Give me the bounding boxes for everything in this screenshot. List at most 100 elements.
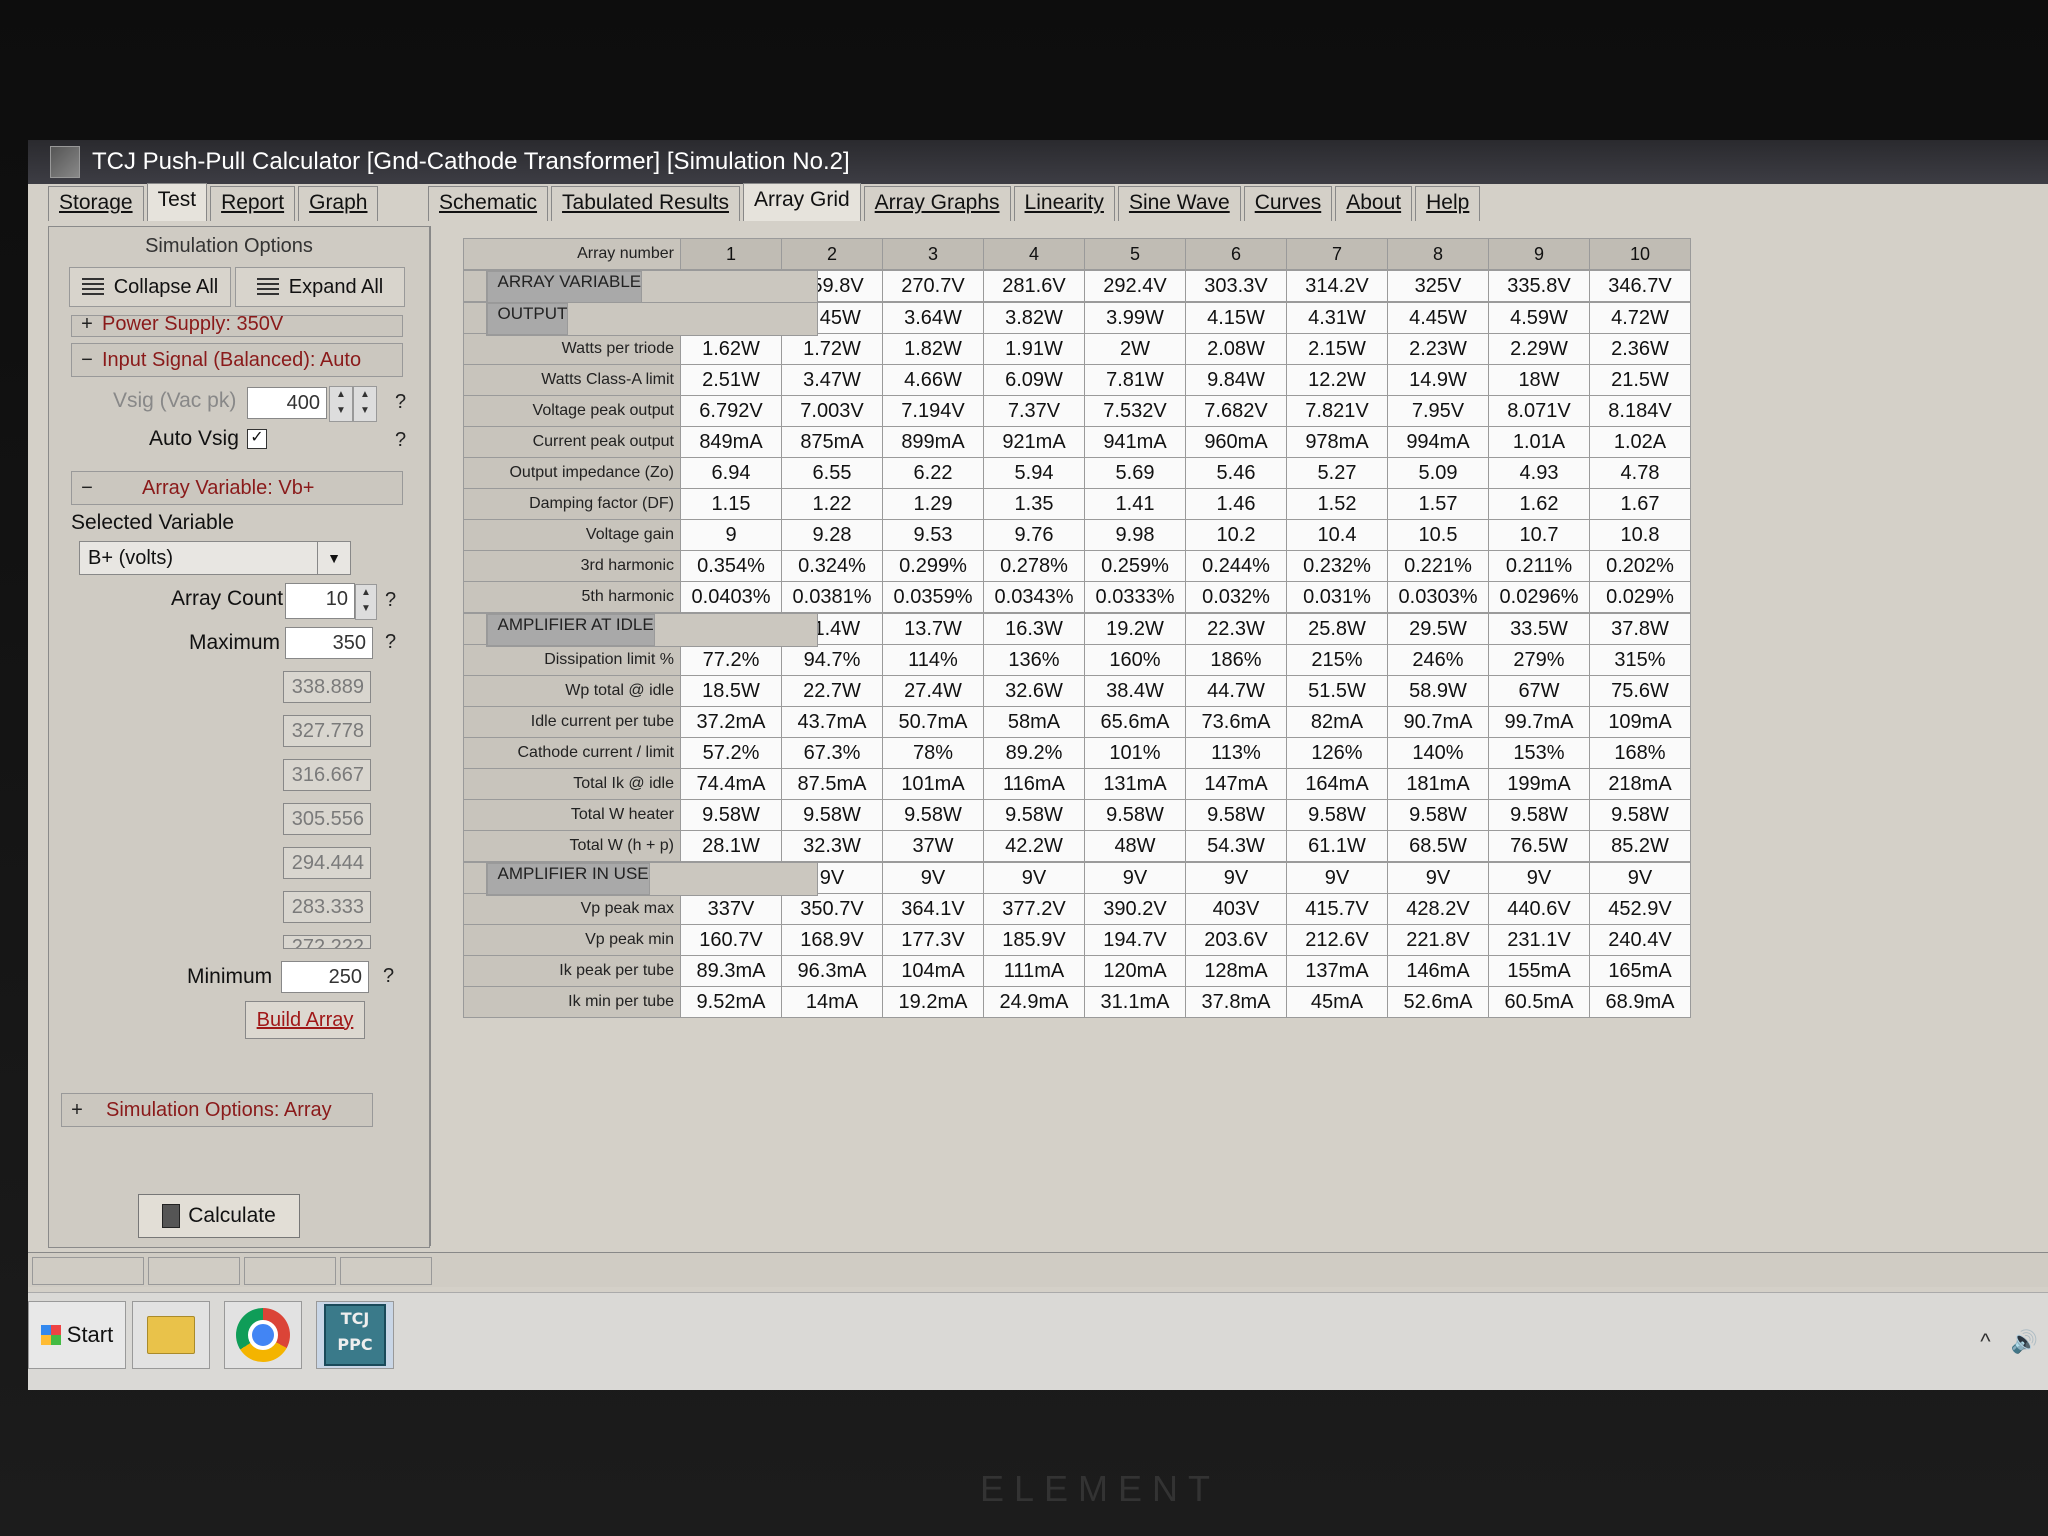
simulation-options-array-section[interactable]: + Simulation Options: Array bbox=[61, 1093, 373, 1127]
table-cell[interactable]: 16.3W bbox=[983, 613, 1085, 645]
table-cell[interactable]: 315% bbox=[1589, 644, 1691, 676]
table-cell[interactable]: 50.7mA bbox=[882, 706, 984, 738]
table-cell[interactable]: 377.2V bbox=[983, 893, 1085, 925]
table-cell[interactable]: 1.67 bbox=[1589, 488, 1691, 520]
table-cell[interactable]: 0.232% bbox=[1286, 550, 1388, 582]
table-cell[interactable]: 218mA bbox=[1589, 768, 1691, 800]
column-header[interactable]: 8 bbox=[1387, 238, 1489, 270]
table-cell[interactable]: 89.2% bbox=[983, 737, 1085, 769]
column-header[interactable]: 1 bbox=[680, 238, 782, 270]
table-cell[interactable]: 960mA bbox=[1185, 426, 1287, 458]
table-cell[interactable]: 78% bbox=[882, 737, 984, 769]
table-cell[interactable]: 147mA bbox=[1185, 768, 1287, 800]
table-cell[interactable]: 18W bbox=[1488, 364, 1590, 396]
table-cell[interactable]: 67.3% bbox=[781, 737, 883, 769]
table-cell[interactable]: 4.72W bbox=[1589, 302, 1691, 334]
table-cell[interactable]: 9.58W bbox=[1488, 799, 1590, 831]
table-cell[interactable]: 136% bbox=[983, 644, 1085, 676]
table-cell[interactable]: 9.58W bbox=[1286, 799, 1388, 831]
column-header[interactable]: 9 bbox=[1488, 238, 1590, 270]
table-cell[interactable]: 9V bbox=[1589, 862, 1691, 894]
table-cell[interactable]: 82mA bbox=[1286, 706, 1388, 738]
table-cell[interactable]: 1.22 bbox=[781, 488, 883, 520]
table-cell[interactable]: 350.7V bbox=[781, 893, 883, 925]
tab-test[interactable]: Test bbox=[146, 183, 208, 221]
table-cell[interactable]: 37.8mA bbox=[1185, 986, 1287, 1018]
table-cell[interactable]: 875mA bbox=[781, 426, 883, 458]
table-cell[interactable]: 440.6V bbox=[1488, 893, 1590, 925]
table-cell[interactable]: 4.45W bbox=[1387, 302, 1489, 334]
table-cell[interactable]: 0.0303% bbox=[1387, 581, 1489, 613]
table-cell[interactable]: 9.58W bbox=[1185, 799, 1287, 831]
table-cell[interactable]: 849mA bbox=[680, 426, 782, 458]
table-cell[interactable]: 96.3mA bbox=[781, 955, 883, 987]
table-cell[interactable]: 2.36W bbox=[1589, 333, 1691, 365]
column-header[interactable]: 10 bbox=[1589, 238, 1691, 270]
table-cell[interactable]: 181mA bbox=[1387, 768, 1489, 800]
table-cell[interactable]: 32.6W bbox=[983, 675, 1085, 707]
table-cell[interactable]: 3.99W bbox=[1084, 302, 1186, 334]
table-cell[interactable]: 5.94 bbox=[983, 457, 1085, 489]
table-cell[interactable]: 221.8V bbox=[1387, 924, 1489, 956]
table-cell[interactable]: 153% bbox=[1488, 737, 1590, 769]
table-cell[interactable]: 114% bbox=[882, 644, 984, 676]
table-cell[interactable]: 58.9W bbox=[1387, 675, 1489, 707]
table-cell[interactable]: 9.58W bbox=[1589, 799, 1691, 831]
table-cell[interactable]: 2W bbox=[1084, 333, 1186, 365]
array-count-help-icon[interactable]: ? bbox=[385, 589, 396, 612]
table-cell[interactable]: 146mA bbox=[1387, 955, 1489, 987]
table-cell[interactable]: 10.8 bbox=[1589, 519, 1691, 551]
table-cell[interactable]: 390.2V bbox=[1084, 893, 1186, 925]
speaker-icon[interactable]: 🔊 bbox=[2011, 1329, 2038, 1355]
table-cell[interactable]: 21.5W bbox=[1589, 364, 1691, 396]
table-cell[interactable]: 5.27 bbox=[1286, 457, 1388, 489]
table-cell[interactable]: 9 bbox=[680, 519, 782, 551]
tab-sine-wave[interactable]: Sine Wave bbox=[1117, 186, 1241, 221]
table-cell[interactable]: 9V bbox=[882, 862, 984, 894]
table-cell[interactable]: 0.299% bbox=[882, 550, 984, 582]
table-cell[interactable]: 155mA bbox=[1488, 955, 1590, 987]
table-cell[interactable]: 1.91W bbox=[983, 333, 1085, 365]
table-cell[interactable]: 281.6V bbox=[983, 270, 1085, 302]
table-cell[interactable]: 120mA bbox=[1084, 955, 1186, 987]
table-cell[interactable]: 6.792V bbox=[680, 395, 782, 427]
table-cell[interactable]: 0.221% bbox=[1387, 550, 1489, 582]
table-cell[interactable]: 27.4W bbox=[882, 675, 984, 707]
table-cell[interactable]: 186% bbox=[1185, 644, 1287, 676]
table-cell[interactable]: 2.15W bbox=[1286, 333, 1388, 365]
table-cell[interactable]: 29.5W bbox=[1387, 613, 1489, 645]
table-cell[interactable]: 4.66W bbox=[882, 364, 984, 396]
table-cell[interactable]: 346.7V bbox=[1589, 270, 1691, 302]
table-cell[interactable]: 1.52 bbox=[1286, 488, 1388, 520]
tab-curves[interactable]: Curves bbox=[1243, 186, 1333, 221]
table-cell[interactable]: 160.7V bbox=[680, 924, 782, 956]
table-cell[interactable]: 116mA bbox=[983, 768, 1085, 800]
table-cell[interactable]: 14mA bbox=[781, 986, 883, 1018]
table-cell[interactable]: 2.29W bbox=[1488, 333, 1590, 365]
table-cell[interactable]: 9V bbox=[983, 862, 1085, 894]
table-cell[interactable]: 1.82W bbox=[882, 333, 984, 365]
table-cell[interactable]: 199mA bbox=[1488, 768, 1590, 800]
table-cell[interactable]: 101mA bbox=[882, 768, 984, 800]
table-cell[interactable]: 73.6mA bbox=[1185, 706, 1287, 738]
table-cell[interactable]: 19.2W bbox=[1084, 613, 1186, 645]
table-cell[interactable]: 18.5W bbox=[680, 675, 782, 707]
table-cell[interactable]: 335.8V bbox=[1488, 270, 1590, 302]
table-cell[interactable]: 0.202% bbox=[1589, 550, 1691, 582]
table-cell[interactable]: 2.08W bbox=[1185, 333, 1287, 365]
vsig-input[interactable]: 400 bbox=[247, 387, 327, 419]
table-cell[interactable]: 428.2V bbox=[1387, 893, 1489, 925]
tab-linearity[interactable]: Linearity bbox=[1013, 186, 1115, 221]
table-cell[interactable]: 37W bbox=[882, 830, 984, 862]
table-cell[interactable]: 44.7W bbox=[1185, 675, 1287, 707]
table-cell[interactable]: 1.72W bbox=[781, 333, 883, 365]
table-cell[interactable]: 1.62W bbox=[680, 333, 782, 365]
table-cell[interactable]: 1.62 bbox=[1488, 488, 1590, 520]
table-cell[interactable]: 994mA bbox=[1387, 426, 1489, 458]
table-cell[interactable]: 7.194V bbox=[882, 395, 984, 427]
tab-array-grid[interactable]: Array Grid bbox=[742, 183, 861, 221]
table-cell[interactable]: 314.2V bbox=[1286, 270, 1388, 302]
table-cell[interactable]: 43.7mA bbox=[781, 706, 883, 738]
input-signal-section[interactable]: − Input Signal (Balanced): Auto bbox=[71, 343, 403, 377]
table-cell[interactable]: 77.2% bbox=[680, 644, 782, 676]
